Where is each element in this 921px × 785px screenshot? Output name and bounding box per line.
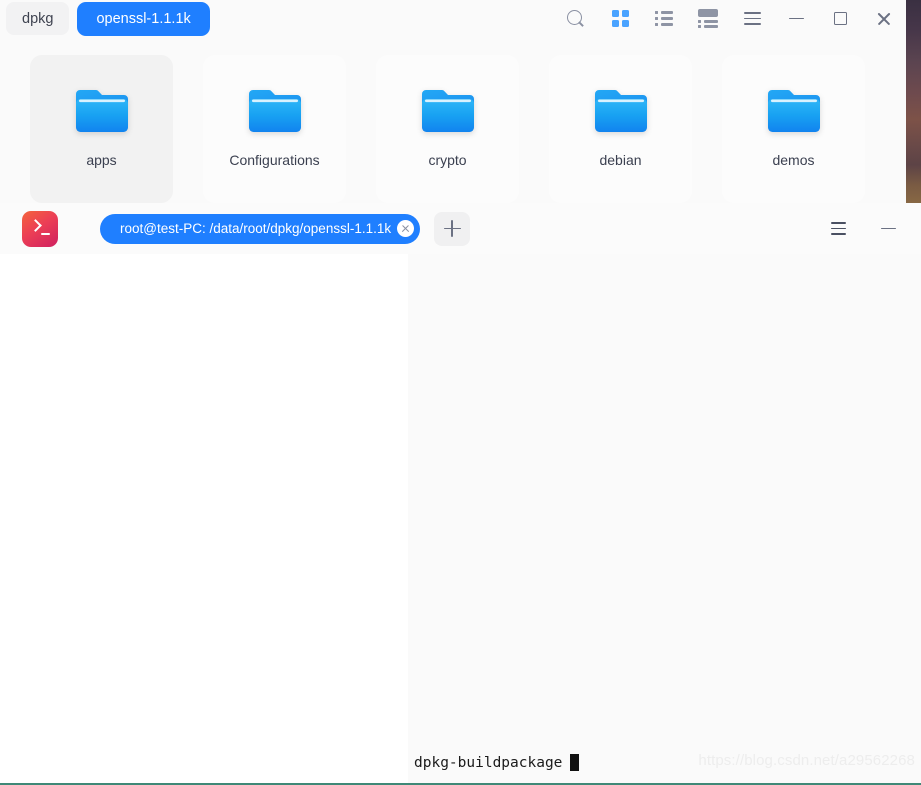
folder-item-configurations[interactable]: Configurations xyxy=(203,55,346,203)
terminal-tab[interactable]: root@test-PC: /data/root/dpkg/openssl-1.… xyxy=(100,213,421,244)
minimize-icon xyxy=(788,17,804,20)
terminal-window: root@test-PC: /data/root/dpkg/openssl-1.… xyxy=(0,203,921,785)
fm-tab-dpkg-label: dpkg xyxy=(22,10,54,27)
detail-view-icon xyxy=(698,9,718,28)
desktop-wallpaper xyxy=(905,0,921,206)
plus-icon xyxy=(443,220,461,237)
maximize-icon xyxy=(833,12,847,25)
terminal-command-text: dpkg-buildpackage xyxy=(414,754,563,771)
folder-item-demos[interactable]: demos xyxy=(722,55,865,203)
folder-label: Configurations xyxy=(229,152,320,168)
file-manager-titlebar: dpkg openssl-1.1.1k xyxy=(0,0,906,37)
fm-tab-openssl-label: openssl-1.1.1k xyxy=(96,10,191,27)
terminal-body[interactable]: dpkg-buildpackage https://blog.csdn.net/… xyxy=(0,254,921,783)
list-view-button[interactable] xyxy=(642,0,686,37)
terminal-cursor xyxy=(570,754,580,771)
menu-icon xyxy=(743,11,761,26)
terminal-output-area-left xyxy=(0,254,408,783)
folder-icon xyxy=(246,87,304,135)
folder-grid: apps Configurations crypto debian demos xyxy=(0,55,906,203)
terminal-tab-label: root@test-PC: /data/root/dpkg/openssl-1.… xyxy=(120,221,392,236)
folder-label: crypto xyxy=(428,152,467,168)
folder-item-apps[interactable]: apps xyxy=(30,55,173,203)
fm-menu-button[interactable] xyxy=(730,0,774,37)
close-icon xyxy=(876,11,892,27)
terminal-icon xyxy=(22,210,58,247)
search-button[interactable] xyxy=(554,0,598,37)
terminal-window-controls xyxy=(813,203,913,254)
minimize-icon xyxy=(880,227,896,230)
folder-icon xyxy=(592,87,650,135)
prompt-underscore-icon xyxy=(41,232,50,235)
watermark: https://blog.csdn.net/a29562268 xyxy=(698,752,915,769)
folder-label: debian xyxy=(599,152,642,168)
file-manager-window: dpkg openssl-1.1.1k apps Configurations … xyxy=(0,0,906,203)
terminal-menu-button[interactable] xyxy=(813,203,863,254)
fm-tab-dpkg[interactable]: dpkg xyxy=(6,2,70,35)
folder-item-crypto[interactable]: crypto xyxy=(376,55,519,203)
fm-tab-openssl[interactable]: openssl-1.1.1k xyxy=(77,1,210,36)
detail-view-button[interactable] xyxy=(686,0,730,37)
folder-icon xyxy=(73,87,131,135)
file-manager-toolbar xyxy=(554,0,906,37)
terminal-command-line[interactable]: dpkg-buildpackage xyxy=(414,754,580,771)
file-manager-body: apps Configurations crypto debian demos xyxy=(0,37,906,203)
search-icon xyxy=(567,9,585,28)
folder-label: apps xyxy=(86,152,117,168)
fm-close-button[interactable] xyxy=(862,0,906,37)
folder-icon xyxy=(419,87,477,135)
terminal-output-area-right xyxy=(408,254,921,783)
folder-icon xyxy=(765,87,823,135)
folder-label: demos xyxy=(772,152,815,168)
prompt-chevron-icon xyxy=(29,218,42,232)
new-tab-button[interactable] xyxy=(434,211,471,246)
close-icon[interactable] xyxy=(397,220,415,237)
terminal-titlebar: root@test-PC: /data/root/dpkg/openssl-1.… xyxy=(0,203,921,254)
folder-item-debian[interactable]: debian xyxy=(549,55,692,203)
menu-icon xyxy=(830,222,846,235)
grid-view-icon xyxy=(611,10,629,27)
list-view-icon xyxy=(655,11,673,26)
fm-maximize-button[interactable] xyxy=(818,0,862,37)
terminal-minimize-button[interactable] xyxy=(863,203,913,254)
fm-minimize-button[interactable] xyxy=(774,0,818,37)
grid-view-button[interactable] xyxy=(598,0,642,37)
